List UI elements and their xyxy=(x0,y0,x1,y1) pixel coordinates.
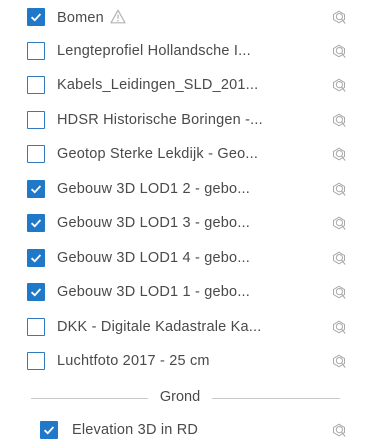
layer-row: Gebouw 3D LOD1 3 - gebo... xyxy=(0,206,366,240)
layer-row: Lengteprofiel Hollandsche I... xyxy=(0,34,366,68)
layer-row-bomen: Bomen xyxy=(0,0,366,34)
layer-checkbox[interactable] xyxy=(40,421,58,440)
layer-label: Geotop Sterke Lekdijk - Geo... xyxy=(57,146,259,163)
zoom-to-layer-icon[interactable] xyxy=(331,250,347,267)
zoom-to-layer-icon[interactable] xyxy=(331,77,347,94)
zoom-to-layer-icon[interactable] xyxy=(331,215,347,232)
zoom-to-layer-icon[interactable] xyxy=(331,181,347,198)
warning-icon xyxy=(110,9,126,24)
layer-label: Luchtfoto 2017 - 25 cm xyxy=(57,353,210,370)
layer-checkbox[interactable] xyxy=(27,249,45,268)
layer-checkbox[interactable] xyxy=(27,214,45,233)
layer-row: Elevation 3D in RD xyxy=(0,413,366,447)
layer-label: Gebouw 3D LOD1 1 - gebo... xyxy=(57,284,250,301)
layer-row: Gebouw 3D LOD1 1 - gebo... xyxy=(0,275,366,309)
layer-label: Bomen xyxy=(57,9,126,26)
zoom-to-layer-icon[interactable] xyxy=(331,284,347,301)
zoom-to-layer-icon[interactable] xyxy=(331,353,347,370)
layer-row: Geotop Sterke Lekdijk - Geo... xyxy=(0,137,366,171)
layer-label: Gebouw 3D LOD1 2 - gebo... xyxy=(57,181,250,198)
zoom-to-layer-icon[interactable] xyxy=(331,43,347,60)
layer-checkbox[interactable] xyxy=(27,283,45,302)
layer-label: Gebouw 3D LOD1 4 - gebo... xyxy=(57,250,250,267)
layer-label: Kabels_Leidingen_SLD_201... xyxy=(57,77,259,94)
group-header-grond[interactable]: Grond xyxy=(0,388,366,408)
divider-line xyxy=(31,398,148,399)
zoom-to-layer-icon[interactable] xyxy=(331,146,347,163)
layer-checkbox[interactable] xyxy=(27,76,45,95)
zoom-to-layer-icon[interactable] xyxy=(331,319,347,336)
layer-row: DKK - Digitale Kadastrale Ka... xyxy=(0,310,366,344)
layer-row: Gebouw 3D LOD1 4 - gebo... xyxy=(0,241,366,275)
group-label: Grond xyxy=(159,389,201,405)
layer-row: HDSR Historische Boringen -... xyxy=(0,103,366,137)
layer-row: Luchtfoto 2017 - 25 cm xyxy=(0,344,366,378)
layer-checkbox[interactable] xyxy=(27,145,45,164)
layer-row: Kabels_Leidingen_SLD_201... xyxy=(0,68,366,102)
divider-line xyxy=(212,398,340,399)
zoom-to-layer-icon[interactable] xyxy=(331,422,347,439)
layer-label: Gebouw 3D LOD1 3 - gebo... xyxy=(57,215,250,232)
layer-checkbox[interactable] xyxy=(27,111,45,130)
layer-label: Lengteprofiel Hollandsche I... xyxy=(57,43,251,60)
layer-label: Elevation 3D in RD xyxy=(72,422,199,439)
layer-checkbox[interactable] xyxy=(27,42,45,61)
layer-row: Gebouw 3D LOD1 2 - gebo... xyxy=(0,172,366,206)
zoom-to-layer-icon[interactable] xyxy=(331,9,347,26)
layer-checkbox[interactable] xyxy=(27,318,45,337)
layer-label: DKK - Digitale Kadastrale Ka... xyxy=(57,319,262,336)
layer-checkbox[interactable] xyxy=(27,8,45,27)
layer-label: HDSR Historische Boringen -... xyxy=(57,112,263,129)
zoom-to-layer-icon[interactable] xyxy=(331,112,347,129)
layer-checkbox[interactable] xyxy=(27,352,45,371)
layer-checkbox[interactable] xyxy=(27,180,45,199)
